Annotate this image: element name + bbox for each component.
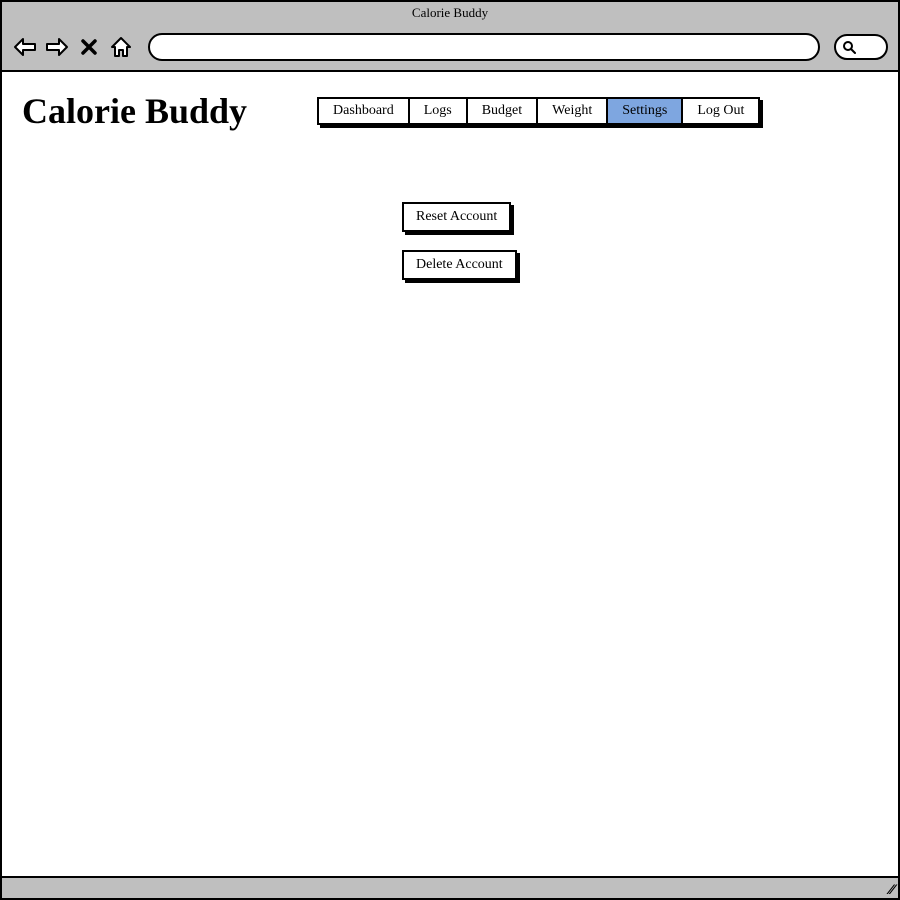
delete-account-button[interactable]: Delete Account [402,250,517,280]
window-title: Calorie Buddy [2,2,898,24]
stop-icon[interactable] [76,34,102,60]
tab-logout[interactable]: Log Out [681,97,760,125]
reset-account-button[interactable]: Reset Account [402,202,511,232]
page-content: Calorie Buddy Dashboard Logs Budget Weig… [2,72,898,876]
tab-dashboard[interactable]: Dashboard [317,97,410,125]
nav-tabs: Dashboard Logs Budget Weight Settings Lo… [317,97,760,125]
browser-window: Calorie Buddy Calorie Buddy Dashboard Lo… [0,0,900,900]
resize-grip-icon[interactable]: ⁄⁄ [889,882,894,896]
tab-weight[interactable]: Weight [536,97,608,125]
tab-settings[interactable]: Settings [606,97,683,125]
url-bar[interactable] [148,33,820,61]
settings-actions: Reset Account Delete Account [402,202,878,280]
forward-icon[interactable] [44,34,70,60]
home-icon[interactable] [108,34,134,60]
search-icon [842,40,856,54]
tab-logs[interactable]: Logs [408,97,468,125]
tab-budget[interactable]: Budget [466,97,538,125]
header-row: Calorie Buddy Dashboard Logs Budget Weig… [22,90,878,132]
back-icon[interactable] [12,34,38,60]
search-box[interactable] [834,34,888,60]
browser-toolbar [2,24,898,72]
app-title: Calorie Buddy [22,90,247,132]
status-bar: ⁄⁄ [2,876,898,898]
